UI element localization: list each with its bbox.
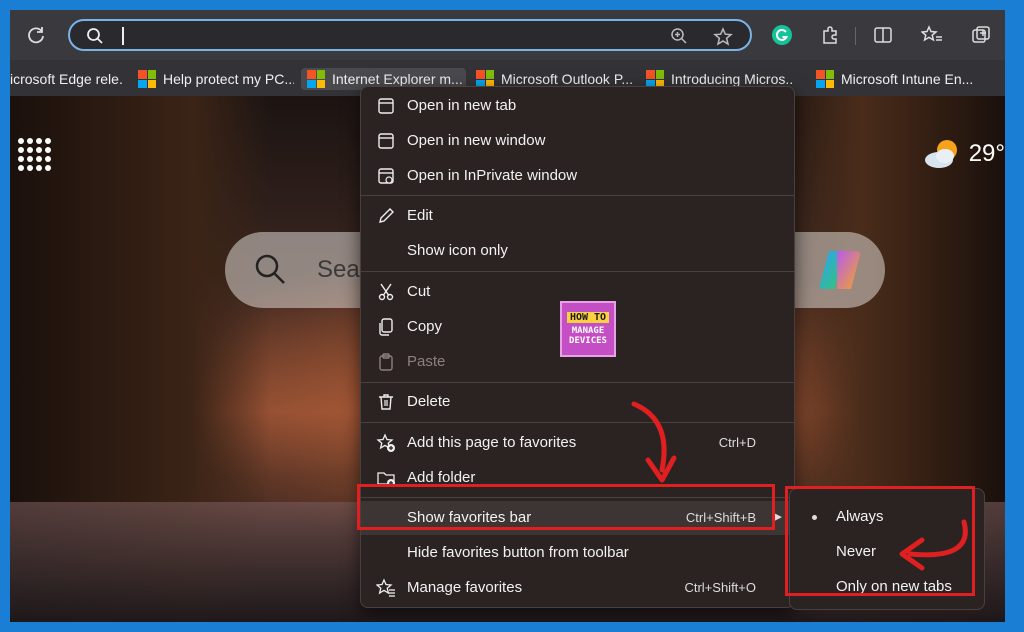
split-screen-icon[interactable] [868,20,898,50]
collections-icon[interactable] [966,20,996,50]
annotation-arrow-down-icon [631,401,677,483]
star-add-icon [376,433,396,453]
partly-cloudy-icon [923,136,963,172]
favorite-item[interactable]: Help protect my PC... [138,68,294,90]
copy-icon [376,317,396,337]
grammarly-icon[interactable] [767,20,797,50]
menu-item-label: Show icon only [407,242,508,259]
star-icon[interactable] [713,27,733,52]
browser-window: icrosoft Edge rele... Help protect my PC… [10,10,1005,622]
menu-separator [361,422,794,423]
menu-item-open-inprivate[interactable]: Open in InPrivate window [361,159,794,193]
highlight-box-show-favorites-bar [357,484,775,530]
favorite-label: icrosoft Edge rele... [10,71,122,87]
trash-icon [376,392,396,412]
menu-separator [361,271,794,272]
menu-item-label: Copy [407,318,443,335]
toolbar-divider [855,27,856,45]
microsoft-logo-icon [138,70,156,88]
shortcut-label: Ctrl+D [718,435,756,450]
menu-item-add-page-to-favorites[interactable]: Add this page to favorites Ctrl+D [361,426,794,460]
microsoft-logo-icon [307,70,325,88]
pencil-icon [376,206,396,226]
favorite-label: Microsoft Outlook P... [501,71,632,87]
menu-item-label: Edit [407,207,433,224]
favorite-item[interactable]: Microsoft Intune En... [816,68,976,90]
menu-item-hide-favorites-button[interactable]: Hide favorites button from toolbar [361,536,794,570]
weather-widget[interactable]: 29° [923,136,1005,172]
menu-item-label: Manage favorites [407,579,523,596]
favorite-label: Introducing Micros... [671,71,792,87]
favorite-label: Microsoft Intune En... [841,71,974,87]
scissors-icon [376,282,396,302]
app-launcher-icon[interactable] [18,138,51,171]
menu-item-edit[interactable]: Edit [361,199,794,233]
menu-item-label: Open in InPrivate window [407,167,578,184]
microsoft-logo-icon [816,70,834,88]
menu-item-open-new-tab[interactable]: Open in new tab [361,89,794,123]
menu-separator [361,382,794,383]
paste-icon [376,352,396,372]
temperature: 29° [968,140,1005,167]
menu-item-label: Delete [407,393,451,410]
copilot-icon[interactable] [815,245,865,295]
logo-text-bottom: MANAGE DEVICES [569,326,607,346]
menu-item-open-new-window[interactable]: Open in new window [361,124,794,158]
search-placeholder: Sea [317,256,360,283]
logo-text-top: HOW TO [566,312,610,323]
search-icon [86,27,104,50]
text-caret [122,27,124,45]
menu-item-label: Hide favorites button from toolbar [407,544,629,561]
address-bar[interactable] [68,19,752,51]
zoom-icon[interactable] [670,27,688,50]
extensions-icon[interactable] [815,20,845,50]
window-icon [376,131,396,151]
favorite-label: Internet Explorer m... [332,71,463,87]
manage-favorites-icon [375,578,396,598]
menu-item-label: Cut [407,283,431,300]
refresh-icon[interactable] [21,20,51,50]
search-icon [253,252,287,291]
menu-item-manage-favorites[interactable]: Manage favorites Ctrl+Shift+O [361,571,794,605]
favorites-icon[interactable] [917,20,947,50]
inprivate-icon [376,166,396,186]
menu-item-delete[interactable]: Delete [361,385,794,419]
toolbar [10,10,1005,60]
menu-item-label: Open in new tab [407,97,517,114]
new-tab-icon [376,96,396,116]
favorite-item[interactable]: icrosoft Edge rele... [10,68,122,90]
menu-item-label: Paste [407,353,446,370]
menu-item-label: Open in new window [407,132,546,149]
favorite-label: Help protect my PC... [163,71,294,87]
menu-separator [361,195,794,196]
shortcut-label: Ctrl+Shift+O [684,580,756,595]
how-to-manage-devices-logo: HOW TO MANAGE DEVICES [560,301,616,357]
menu-item-label: Add this page to favorites [407,434,577,451]
annotation-arrow-left-icon [899,519,968,571]
menu-item-show-icon-only[interactable]: Show icon only [361,234,794,268]
